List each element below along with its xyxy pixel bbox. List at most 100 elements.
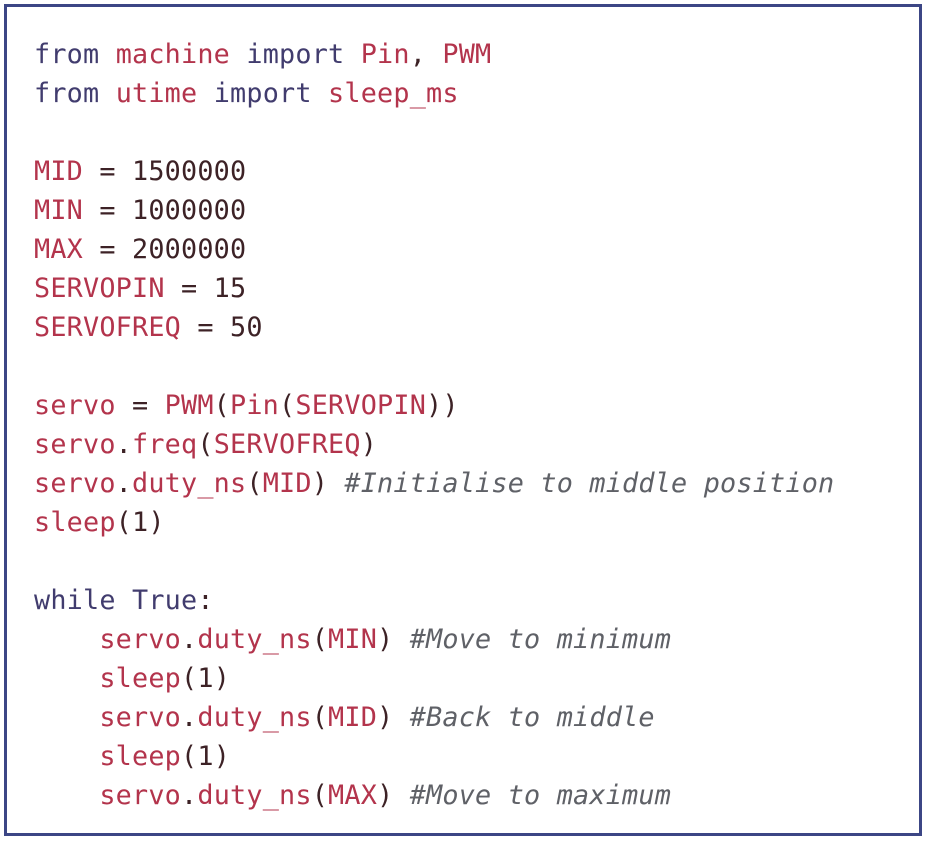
code-token: ) [213, 663, 231, 694]
code-token: utime [115, 78, 198, 109]
code-token: duty_ns [132, 468, 247, 499]
code-token: ( [115, 507, 133, 538]
code-token: ) [377, 780, 410, 811]
code-token: 1000000 [132, 195, 247, 226]
code-token: 1 [132, 507, 149, 538]
code-token: : [197, 585, 214, 616]
code-token: ) [377, 624, 410, 655]
code-token: SERVOFREQ [34, 312, 181, 343]
code-token: = [164, 273, 214, 304]
code-token: ) [311, 468, 345, 499]
code-block: from machine import Pin, PWM from utime i… [34, 35, 834, 815]
code-line: servo.duty_ns(MID) #Initialise to middle… [34, 464, 834, 503]
code-token: machine [115, 39, 231, 70]
code-token: . [115, 429, 133, 460]
code-token: ( [197, 429, 214, 460]
code-token: ) [213, 741, 231, 772]
code-token: PWM [442, 39, 492, 70]
code-token: sleep [99, 663, 182, 694]
code-token: import [246, 39, 345, 70]
code-token: 1 [197, 663, 214, 694]
code-token: servo [34, 429, 116, 460]
code-token: servo [34, 468, 116, 499]
code-token: ) [360, 429, 378, 460]
code-token: True [132, 585, 198, 616]
code-token: ) [148, 507, 165, 538]
code-token: = [115, 390, 165, 421]
code-token: SERVOPIN [34, 273, 165, 304]
code-token: from [34, 78, 100, 109]
code-token: MIN [328, 624, 378, 655]
code-token: MAX [328, 780, 378, 811]
code-token: servo [34, 390, 116, 421]
code-token: 50 [230, 312, 263, 343]
code-token: 1500000 [132, 156, 247, 187]
code-token: 1 [197, 741, 214, 772]
code-token: , [409, 39, 443, 70]
code-line: from machine import Pin, PWM [34, 35, 834, 74]
code-token: 2000000 [132, 234, 247, 265]
code-token: 15 [213, 273, 247, 304]
code-comment: #Initialise to middle position [344, 468, 835, 499]
code-line: sleep(1) [34, 659, 834, 698]
code-token: servo [99, 780, 182, 811]
code-token: sleep [34, 507, 116, 538]
code-token: Pin [230, 390, 280, 421]
code-token: duty_ns [197, 702, 312, 733]
code-line: sleep(1) [34, 503, 834, 542]
code-token: = [181, 312, 230, 343]
code-comment: #Move to maximum [409, 780, 672, 811]
code-token: while [34, 585, 116, 616]
code-token: duty_ns [197, 624, 312, 655]
code-token: . [181, 780, 198, 811]
code-token: sleep [99, 741, 182, 772]
code-comment: #Back to middle [409, 702, 655, 733]
code-line: MID = 1500000 [34, 152, 834, 191]
code-token: )) [426, 390, 459, 421]
code-token: from [34, 39, 100, 70]
code-comment: #Move to minimum [409, 624, 672, 655]
code-token: ( [311, 702, 329, 733]
code-line: servo.duty_ns(MID) #Back to middle [34, 698, 834, 737]
code-token: SERVOFREQ [213, 429, 361, 460]
code-token: ( [311, 624, 329, 655]
code-token: = [83, 156, 132, 187]
code-token: ) [377, 702, 410, 733]
code-token: sleep_ms [328, 78, 459, 109]
code-token: freq [132, 429, 198, 460]
code-token: MID [34, 156, 83, 187]
code-token: MAX [34, 234, 83, 265]
code-token: SERVOPIN [295, 390, 427, 421]
code-line: while True: [34, 581, 834, 620]
code-line: from utime import sleep_ms [34, 74, 834, 113]
code-token: MID [262, 468, 312, 499]
code-token: import [213, 78, 312, 109]
code-token: . [181, 702, 198, 733]
code-line: sleep(1) [34, 737, 834, 776]
code-token: MID [328, 702, 378, 733]
code-line: MAX = 2000000 [34, 230, 834, 269]
code-token: duty_ns [197, 780, 312, 811]
code-token: Pin [360, 39, 410, 70]
code-token: ( [246, 468, 263, 499]
code-token: ( [279, 390, 296, 421]
code-token: ( [311, 780, 329, 811]
code-token: servo [99, 702, 182, 733]
code-token: ( [213, 390, 231, 421]
code-token: MIN [34, 195, 83, 226]
code-frame: from machine import Pin, PWM from utime i… [4, 4, 922, 836]
